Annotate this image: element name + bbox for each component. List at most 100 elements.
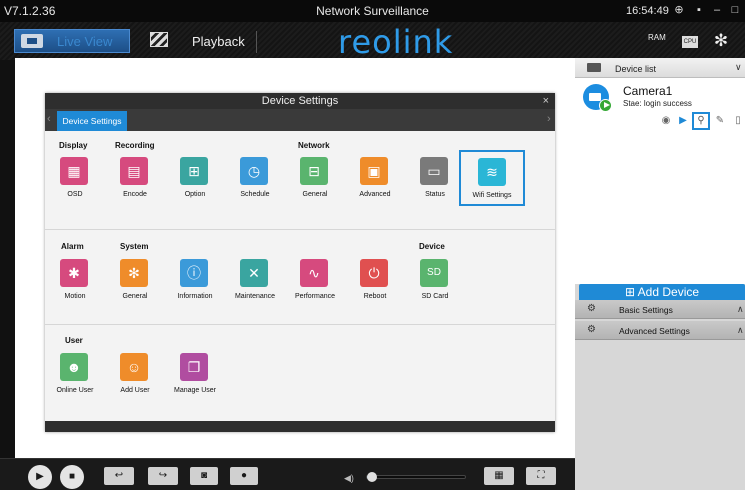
tile-status[interactable]: ▭ Status — [405, 153, 465, 207]
add-device-button[interactable]: ⊞ Add Device — [579, 284, 745, 300]
tile-osd-label: OSD — [67, 191, 83, 198]
group-device: Device — [419, 242, 445, 251]
network-icon[interactable]: ⊕ — [672, 3, 686, 17]
tile-add-user[interactable]: ☺ Add User — [105, 349, 165, 403]
play-camera-icon[interactable]: ▶ — [676, 114, 690, 128]
device-list-title: Device list — [615, 64, 657, 74]
camera-name: Camera1 — [623, 84, 673, 98]
tile-option-label: Option — [184, 191, 206, 198]
chevron-up-icon[interactable]: ∧ — [737, 304, 744, 315]
advanced-settings-accordion[interactable]: ⚙ Advanced Settings ∧ — [575, 321, 745, 340]
encode-icon: ▤ — [120, 157, 148, 185]
main-toolbar: Live View Playback reolink RAM CPU ✻ — [0, 22, 745, 61]
tile-network-general-label: General — [302, 191, 328, 198]
tile-online-user[interactable]: ☻ Online User — [45, 349, 105, 403]
chevron-up-icon[interactable]: ∧ — [737, 325, 744, 336]
tile-maintenance-label: Maintenance — [234, 293, 276, 300]
previous-page-button[interactable]: ↩ — [104, 467, 134, 485]
tile-wifi-settings-label: Wifi Settings — [472, 192, 512, 199]
camera-icon — [21, 34, 43, 48]
group-alarm: Alarm — [61, 242, 84, 251]
group-recording: Recording — [115, 141, 155, 150]
device-settings-icon[interactable]: ⚲ — [692, 112, 710, 130]
info-icon: ⓘ — [180, 259, 208, 287]
tile-encode-label: Encode — [123, 191, 147, 198]
chevron-right-icon[interactable]: › — [547, 113, 551, 125]
tile-manage-user[interactable]: ❐ Manage User — [165, 349, 225, 403]
network-general-icon: ⊟ — [300, 157, 328, 185]
tile-performance[interactable]: ∿ Performance — [285, 255, 345, 309]
group-system: System — [120, 242, 149, 251]
tile-encode[interactable]: ▤ Encode — [105, 153, 165, 207]
volume-icon[interactable]: ◀) — [344, 473, 354, 484]
fullscreen-button[interactable]: ⛶ — [526, 467, 556, 485]
dialog-tab-bar: ‹ Device Settings › — [45, 109, 555, 131]
basic-settings-accordion[interactable]: ⚙ Basic Settings ∧ — [575, 300, 745, 319]
tab-live-view-label: Live View — [57, 34, 113, 49]
play-button[interactable]: ▶ — [28, 465, 52, 489]
status-icon: ▭ — [420, 157, 448, 185]
title-bar: V7.1.2.36 Network Surveillance 16:54:49 … — [0, 0, 745, 22]
minimize-icon[interactable]: – — [710, 3, 724, 17]
camera-state: Stae: login success — [623, 99, 692, 108]
cpu-label: CPU — [683, 39, 697, 45]
ram-icon[interactable]: RAM — [648, 34, 666, 50]
tile-system-general-label: General — [122, 293, 148, 300]
tile-osd[interactable]: ▦ OSD — [45, 153, 105, 207]
tile-network-general[interactable]: ⊟ General — [285, 153, 345, 207]
tile-wifi-settings[interactable]: ≋ Wifi Settings — [459, 150, 525, 206]
tile-sd-card[interactable]: SD SD Card — [405, 255, 465, 309]
volume-slider[interactable] — [366, 472, 466, 482]
advanced-icon: ▣ — [360, 157, 388, 185]
tile-option[interactable]: ⊞ Option — [165, 153, 225, 207]
next-page-button[interactable]: ↪ — [148, 467, 178, 485]
section-divider — [45, 229, 555, 230]
display-icon[interactable]: ▪ — [692, 3, 706, 17]
group-network: Network — [298, 141, 330, 150]
dialog-footer — [45, 421, 555, 432]
tile-system-general[interactable]: ✻ General — [105, 255, 165, 309]
right-panel: Device list ∨ Camera1 Stae: login succes… — [575, 58, 745, 490]
maximize-icon[interactable]: □ — [728, 3, 742, 17]
tile-reboot-label: Reboot — [363, 293, 387, 300]
device-list-header[interactable]: Device list ∨ — [575, 58, 745, 78]
tile-information[interactable]: ⓘ Information — [165, 255, 225, 309]
tile-reboot[interactable]: ⏻ Reboot — [345, 255, 405, 309]
wifi-icon: ≋ — [478, 158, 506, 186]
cpu-icon[interactable]: CPU — [682, 36, 698, 48]
motion-icon: ✱ — [60, 259, 88, 287]
manage-user-icon: ❐ — [180, 353, 208, 381]
tile-motion-label: Motion — [64, 293, 86, 300]
delete-icon[interactable]: ▯ — [731, 114, 745, 128]
tab-live-view[interactable]: Live View — [14, 29, 130, 53]
control-bar: ▶ ■ ↩ ↪ ◙ ● ◀) ▦ ⛶ — [0, 458, 575, 490]
app-window: V7.1.2.36 Network Surveillance 16:54:49 … — [0, 0, 745, 490]
chevron-left-icon[interactable]: ‹ — [47, 113, 51, 125]
edit-icon[interactable]: ✎ — [713, 114, 727, 128]
list-item-camera1[interactable]: Camera1 Stae: login success ◉ ▶ ⚲ ✎ ▯ — [575, 78, 745, 130]
tile-schedule[interactable]: ◷ Schedule — [225, 153, 285, 207]
volume-knob[interactable] — [367, 472, 377, 482]
tile-motion[interactable]: ✱ Motion — [45, 255, 105, 309]
snapshot-button[interactable]: ◙ — [190, 467, 218, 485]
group-display: Display — [59, 141, 88, 150]
gear-icon[interactable]: ✻ — [712, 32, 730, 49]
tile-online-user-label: Online User — [56, 387, 94, 394]
add-user-icon: ☺ — [120, 353, 148, 381]
power-icon: ⏻ — [360, 259, 388, 287]
chevron-down-icon[interactable]: ∨ — [735, 62, 742, 73]
tile-schedule-label: Schedule — [240, 191, 270, 198]
record-status-icon[interactable]: ◉ — [659, 114, 673, 128]
layout-grid-button[interactable]: ▦ — [484, 467, 514, 485]
tile-advanced[interactable]: ▣ Advanced — [345, 153, 405, 207]
tile-advanced-label: Advanced — [359, 191, 391, 198]
close-icon[interactable]: × — [543, 93, 549, 109]
tile-performance-label: Performance — [294, 293, 336, 300]
tile-maintenance[interactable]: ✕ Maintenance — [225, 255, 285, 309]
tab-device-settings[interactable]: Device Settings — [57, 111, 127, 131]
reolink-logo: reolink — [338, 23, 454, 61]
record-button[interactable]: ● — [230, 467, 258, 485]
stop-button[interactable]: ■ — [60, 465, 84, 489]
wrench-icon: ✕ — [240, 259, 268, 287]
tab-playback[interactable]: Playback — [150, 29, 258, 53]
